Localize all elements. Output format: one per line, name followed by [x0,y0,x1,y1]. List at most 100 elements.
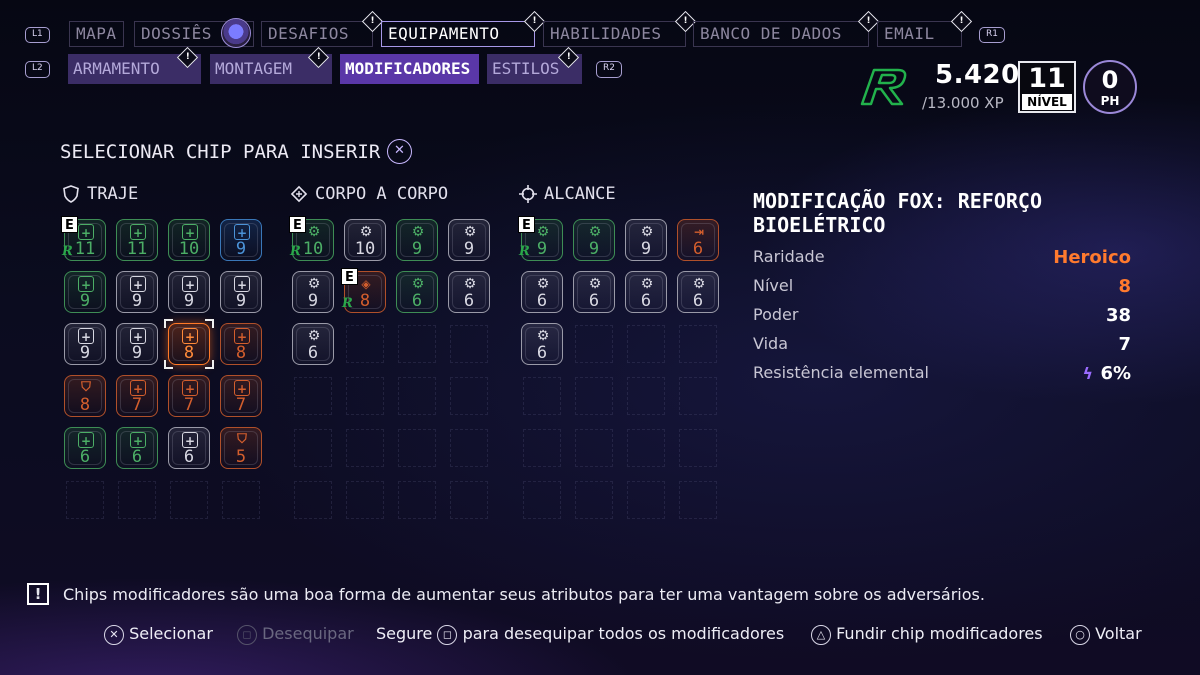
mod-chip[interactable]: +9 [220,219,262,261]
mod-chip[interactable]: +9 [64,271,106,313]
chip-slot: +7 [112,371,162,421]
square-button-icon: ◻ [237,624,257,645]
mod-chip[interactable]: +7 [168,375,210,417]
tab-label: BANCO DE DADOS [700,24,842,43]
tab-desafios[interactable]: DESAFIOS ! [261,10,384,47]
exit-icon: ⇥ [693,225,705,239]
action-label: Desequipar [262,624,354,643]
merge-action[interactable]: △ Fundir chip modificadores [811,624,1043,645]
mod-chip[interactable]: ⚙ 9 [292,271,334,313]
mod-chip[interactable]: ⚙ 9 [625,219,667,261]
gear-icon: ⚙ [411,276,425,292]
health-plus-icon: + [130,328,146,344]
tab-habilidades[interactable]: HABILIDADES ! [543,10,697,47]
mod-chip[interactable]: ⚙ 6 [521,323,563,365]
health-plus-icon: + [234,276,250,292]
stat-row-vida: Vida 7 [753,334,1131,360]
robin-equipped-icon: R [342,296,353,311]
subtab-modificadores[interactable]: MODIFICADORES [340,54,479,84]
mod-chip[interactable]: ⇥ 6 [677,219,719,261]
mod-chip[interactable]: +6 [64,427,106,469]
empty-slot [569,371,619,421]
mod-chip[interactable]: ⚙ 9 [573,219,615,261]
mod-chip[interactable]: ⚙ 6 [625,271,667,313]
mod-chip[interactable]: +10 [168,219,210,261]
mod-chip[interactable]: +9 [116,323,158,365]
chip-slot: ⚙ 6 [392,267,442,317]
mod-chip[interactable]: +8 [220,323,262,365]
chip-level: 8 [79,395,91,415]
mod-chip[interactable]: ⚙ 6 [396,271,438,313]
action-label: Fundir chip modificadores [836,624,1043,643]
mod-chip[interactable]: +8 [168,323,210,365]
mod-chip[interactable]: ⛉ 5 [220,427,262,469]
chip-slot: ⇥ 6 [673,215,723,265]
chip-slot: ⚙ 6 [517,319,567,369]
mod-chip[interactable]: ⚙ 10 [344,219,386,261]
power-value: 38 [1105,305,1131,326]
info-alert-icon: ! [27,583,49,605]
chip-slot: ⚙ 9 [444,215,494,265]
back-action[interactable]: ○ Voltar [1070,624,1142,645]
mod-chip[interactable]: +9 [116,271,158,313]
mod-chip[interactable]: ⚙ 9 [396,219,438,261]
mod-chip[interactable]: +6 [168,427,210,469]
subtab-armamento[interactable]: ARMAMENTO ! [68,46,201,84]
chip-slot: ⚙ 9 [392,215,442,265]
gear-icon: ⚙ [411,224,425,240]
chip-level: 6 [463,291,475,311]
mod-chip[interactable]: +9 [220,271,262,313]
health-plus-icon: + [182,380,198,396]
empty-slot [392,371,442,421]
alert-icon: ! [307,46,330,69]
ph-label: PH [1100,94,1120,108]
tab-email[interactable]: EMAIL ! [877,10,973,47]
select-action[interactable]: ✕ Selecionar [104,624,213,645]
empty-slot [517,423,567,473]
circle-button-icon: ○ [1070,624,1090,645]
tab-equipamento[interactable]: EQUIPAMENTO ! [381,10,546,47]
subtab-estilos[interactable]: ESTILOS ! [487,46,582,84]
subtab-montagem[interactable]: MONTAGEM ! [210,46,332,84]
chip-slot: ⚙ 6 [444,267,494,317]
mod-chip[interactable]: +9 [64,323,106,365]
xp-current: 5.420 [935,60,1020,90]
mod-chip[interactable]: +7 [116,375,158,417]
mod-chip[interactable]: ⚙ 6 [573,271,615,313]
mod-chip[interactable]: +7 [220,375,262,417]
square-button-icon: ◻ [437,624,458,645]
chip-level: 8 [235,343,247,363]
robin-equipped-icon: R [519,244,530,259]
alert-icon: ! [950,10,973,33]
tab-banco-de-dados[interactable]: BANCO DE DADOS ! [693,10,880,47]
mod-chip[interactable]: ⚙ 6 [292,323,334,365]
health-plus-icon: + [130,432,146,448]
empty-slot [569,319,619,369]
mod-chip[interactable]: ⚙ 6 [448,271,490,313]
mod-chip[interactable]: +6 [116,427,158,469]
mod-chip[interactable]: ⚙ 6 [677,271,719,313]
empty-slot [444,319,494,369]
unequip-action[interactable]: ◻ Desequipar [237,624,354,645]
mod-chip[interactable]: ⚙ 9 [448,219,490,261]
health-plus-icon: + [130,380,146,396]
tab-label: EQUIPAMENTO [388,24,500,43]
health-plus-icon: + [78,432,94,448]
tab-label: DOSSIÊS [141,24,212,43]
tab-dossies[interactable]: DOSSIÊS [134,18,254,48]
cross-button-icon[interactable]: ✕ [387,139,412,164]
health-plus-icon: + [234,328,250,344]
mod-chip[interactable]: +9 [168,271,210,313]
stat-label: Vida [753,334,788,353]
unequip-all-action[interactable]: Segure ◻ para desequipar todos os modifi… [376,624,784,645]
mod-chip[interactable]: ⛉ 8 [64,375,106,417]
tab-mapa[interactable]: MAPA [69,21,124,47]
mod-chip[interactable]: ⚙ 6 [521,271,563,313]
chip-level: 7 [235,395,247,415]
equipped-badge: E [289,216,306,233]
chip-slot: +10 [164,215,214,265]
mod-chip[interactable]: +11 [116,219,158,261]
empty-slot [340,475,390,525]
chip-slot: +6 [164,423,214,473]
chip-level: 7 [183,395,195,415]
